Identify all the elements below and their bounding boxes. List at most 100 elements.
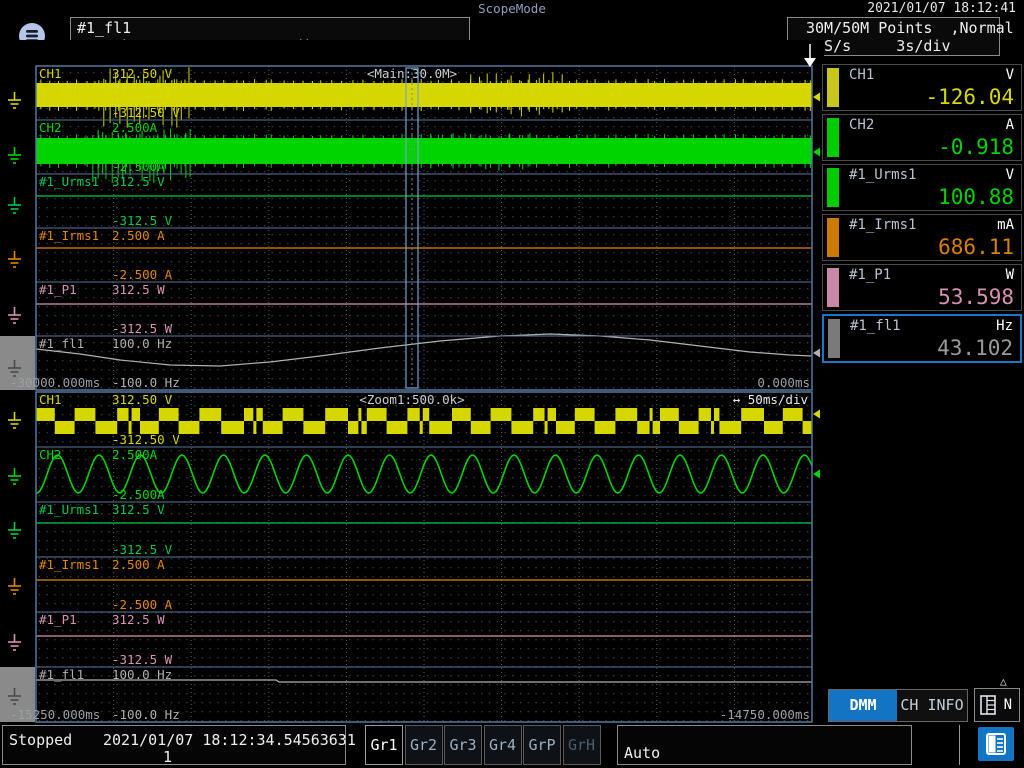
- group-tab-Gr1[interactable]: Gr1: [365, 725, 403, 765]
- measurement-unit: V: [1006, 167, 1014, 183]
- measurement-row-#1_P1[interactable]: #1_P1 W 53.598: [822, 264, 1022, 311]
- measurement-name: CH2: [849, 117, 874, 133]
- scope-screen: ScopeMode 2021/01/07 18:12:41 MENU #1_fl…: [0, 0, 1024, 768]
- zoom-scale-top: 100.0 Hz: [112, 667, 172, 682]
- zoom-channel-name: #1_Irms1: [39, 557, 99, 572]
- zoom-time-right: -14750.000ms: [720, 707, 810, 722]
- dmm-button[interactable]: DMM: [829, 690, 897, 721]
- zoom-scale-top: 312.5 V: [112, 502, 165, 517]
- main-scale-top: 312.5 W: [112, 282, 165, 297]
- zoom-scale-top: 312.50 V: [112, 392, 173, 407]
- main-scale-top: 2.500 A: [112, 228, 165, 243]
- main-time-left: -30000.000ms: [10, 375, 100, 390]
- group-tab-Gr2[interactable]: Gr2: [405, 725, 443, 765]
- acquisition-count: 1: [163, 748, 172, 766]
- main-channel-name: CH2: [39, 120, 62, 135]
- main-scale-bottom: -312.5 W: [112, 321, 173, 336]
- zoom-channel-name: CH2: [39, 447, 62, 462]
- measurement-name: #1_P1: [849, 267, 891, 283]
- main-scale-top: 2.500A: [112, 120, 158, 135]
- zoom-scale-top: 2.500A: [112, 447, 158, 462]
- group-tab-GrP[interactable]: GrP: [523, 725, 561, 765]
- measurement-name: #1_Irms1: [849, 217, 916, 233]
- run-status-label: Stopped: [9, 731, 72, 749]
- channel-color-bar: [827, 268, 839, 307]
- trigger-mode-box[interactable]: Auto: [617, 725, 912, 765]
- measurement-unit: Hz: [996, 318, 1013, 334]
- record-length-label: 30M/50M Points ,Normal: [806, 19, 999, 37]
- channel-color-bar: [827, 68, 839, 107]
- sample-rate-label: 1MS/s 3s/div: [806, 37, 999, 55]
- channel-color-bar: [828, 319, 840, 358]
- main-scale-bottom: -2.500 A: [112, 267, 173, 282]
- zoom-channel-name: #1_Urms1: [39, 502, 99, 517]
- zoom-window-title: <Zoom1:500.0k>: [359, 392, 464, 407]
- zoom-channel-name: #1_P1: [39, 612, 77, 627]
- measurement-row-#1_fl1[interactable]: #1_fl1 Hz 43.102: [822, 314, 1022, 363]
- measurement-value: 53.598: [938, 285, 1014, 309]
- measurement-unit: mA: [997, 217, 1014, 233]
- measurement-name: #1_Urms1: [849, 167, 916, 183]
- zoom-window: CH1 312.50 V -312.50 V CH2 2.500A -2.500A #1_U…: [0, 392, 820, 722]
- zoom-scale-bottom: -2.500 A: [112, 597, 173, 612]
- measurement-value: 43.102: [937, 336, 1013, 360]
- zoom-scale-bottom: -312.5 W: [112, 652, 173, 667]
- zoom-timebase-label: ↔ 50ms/div: [733, 392, 808, 407]
- main-time-right: 0.000ms: [757, 375, 810, 390]
- waveform-display: CH1 312.50 V -312.50 V CH2 2.500A -2.500A #1_U…: [0, 40, 824, 724]
- ch-info-button[interactable]: CH INFO: [897, 690, 967, 721]
- group-tab-Gr3[interactable]: Gr3: [444, 725, 482, 765]
- channel-color-bar: [827, 118, 839, 157]
- measurement-value: 686.11: [938, 235, 1014, 259]
- measurement-row-CH1[interactable]: CH1 V -126.04: [822, 64, 1022, 111]
- measurement-value: 100.88: [938, 185, 1014, 209]
- channel-color-bar: [827, 218, 839, 257]
- main-scale-bottom: -312.5 V: [112, 213, 173, 228]
- numeric-list-button[interactable]: N: [974, 688, 1020, 722]
- main-channel-name: #1_P1: [39, 282, 77, 297]
- acquisition-status-box: Stopped 2021/01/07 18:12:34.54563631 1: [2, 725, 346, 765]
- main-scale-top: 312.5 V: [112, 174, 165, 189]
- main-scale-top: 100.0 Hz: [112, 336, 172, 351]
- side-panel-toggle-button[interactable]: [978, 727, 1014, 761]
- zoom-scale-top: 2.500 A: [112, 557, 165, 572]
- trigger-timestamp: 2021/01/07 18:12:34.54563631: [103, 731, 356, 749]
- group-tab-GrH[interactable]: GrH: [563, 725, 601, 765]
- measurement-row-CH2[interactable]: CH2 A -0.918: [822, 114, 1022, 161]
- measurement-name: #1_fl1: [850, 318, 901, 334]
- measurement-name: CH1: [849, 67, 874, 83]
- numeric-list-label: N: [1004, 697, 1012, 713]
- zoom-scale-bottom: -312.50 V: [112, 432, 180, 447]
- group-tab-Gr4[interactable]: Gr4: [484, 725, 522, 765]
- side-panel-icon: [985, 732, 1007, 756]
- measurement-unit: W: [1006, 267, 1014, 283]
- bottom-bar-divider: [959, 725, 960, 765]
- main-channel-name: CH1: [39, 66, 62, 81]
- zoom-scale-bottom: -100.0 Hz: [112, 707, 180, 722]
- zoom-channel-name: #1_fl1: [39, 667, 84, 682]
- measurement-row-#1_Irms1[interactable]: #1_Irms1 mA 686.11: [822, 214, 1022, 261]
- main-scale-top: 312.50 V: [112, 66, 173, 81]
- zoom-time-left: -15250.000ms: [10, 707, 100, 722]
- main-scale-bottom: -100.0 Hz: [112, 375, 180, 390]
- measurement-unit: V: [1006, 67, 1014, 83]
- measurement-row-#1_Urms1[interactable]: #1_Urms1 V 100.88: [822, 164, 1022, 211]
- channel-color-bar: [827, 168, 839, 207]
- zoom-scale-bottom: -2.500A: [112, 487, 165, 502]
- main-scale-bottom: -2.500A: [112, 159, 165, 174]
- measurement-value: -0.918: [938, 135, 1014, 159]
- zoom-scale-bottom: -312.5 V: [112, 542, 173, 557]
- panel-switch-group: DMM CH INFO: [828, 689, 968, 722]
- trigger-mode-label: Auto: [624, 744, 660, 762]
- measurement-unit: A: [1006, 117, 1014, 133]
- datetime-label: 2021/01/07 18:12:41: [867, 1, 1016, 16]
- zoom-scale-top: 312.5 W: [112, 612, 165, 627]
- zoom-channel-name: CH1: [39, 392, 62, 407]
- list-panel-icon: [980, 695, 998, 717]
- main-scale-bottom: -312.50 V: [112, 105, 180, 120]
- selected-channel-name: #1_fl1: [77, 19, 469, 37]
- collapse-triangle-icon[interactable]: △: [1000, 675, 1007, 688]
- measurement-value: -126.04: [925, 85, 1014, 109]
- main-channel-name: #1_Urms1: [39, 174, 99, 189]
- main-channel-name: #1_fl1: [39, 336, 84, 351]
